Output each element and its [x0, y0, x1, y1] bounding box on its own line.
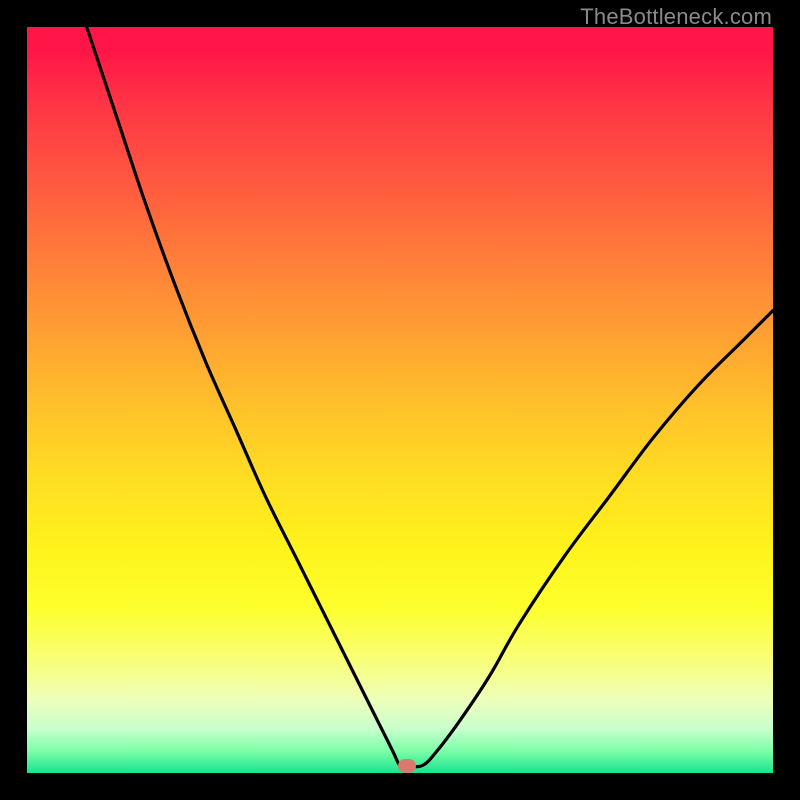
chart-plot-area [27, 27, 773, 773]
chart-frame: TheBottleneck.com [0, 0, 800, 800]
bottleneck-curve [27, 27, 773, 773]
watermark-text: TheBottleneck.com [580, 4, 772, 30]
optimum-marker-icon [398, 759, 416, 773]
